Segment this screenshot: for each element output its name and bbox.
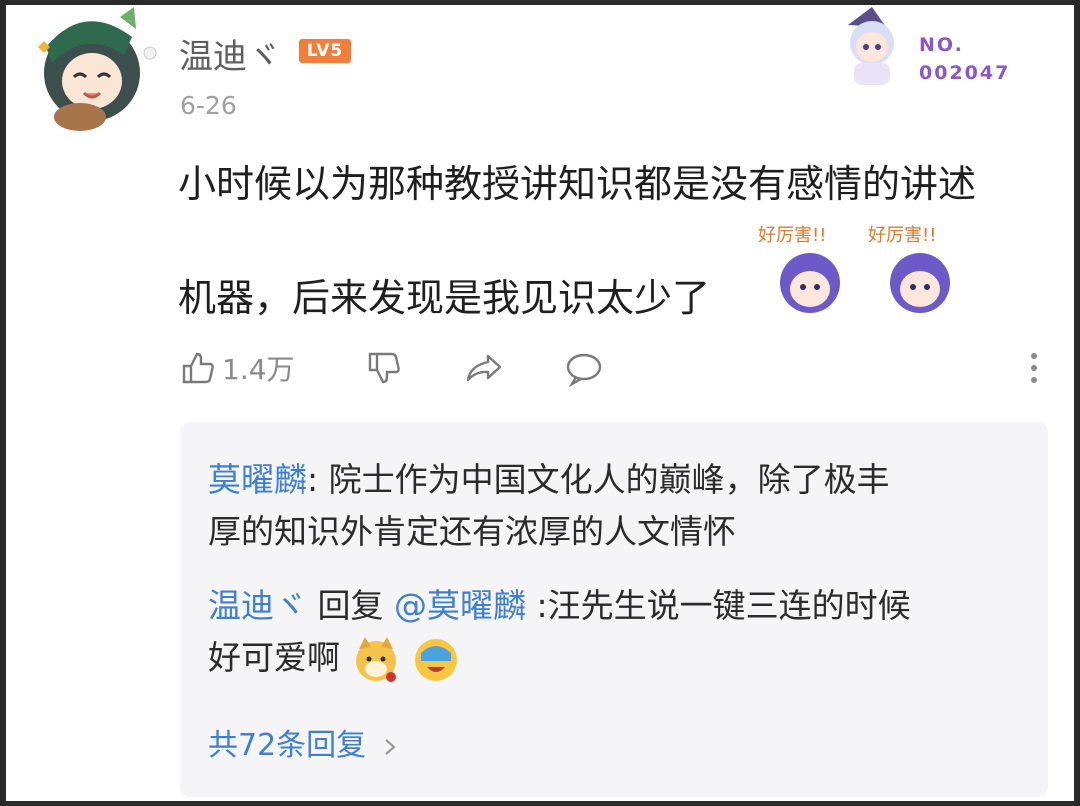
- reply-text: : 院士作为中国文化人的巅峰，除了极丰: [307, 460, 890, 499]
- sticker-text-2: 好厉害!!: [868, 225, 936, 246]
- doge-emoji-icon: [355, 636, 396, 682]
- like-count: 1.4万: [222, 353, 295, 386]
- comment-date: 6-26: [180, 91, 237, 120]
- comment-icon: [566, 353, 602, 388]
- action-bar: 1.4万: [178, 345, 1058, 391]
- share-button[interactable]: [464, 345, 504, 391]
- reply-author[interactable]: 温迪ヾ: [208, 586, 307, 625]
- chevron-right-icon: [385, 738, 396, 755]
- more-vertical-icon: [1031, 353, 1037, 383]
- reply-author[interactable]: 莫曜麟: [208, 460, 307, 499]
- dislike-button[interactable]: [364, 345, 404, 391]
- comment-button[interactable]: [564, 345, 604, 391]
- comment-card: 温迪ヾ LV5 6-26 NO. 002047 小时候以为那种教授讲知识都是没有…: [6, 5, 1074, 801]
- badge-no-label: NO.: [919, 34, 964, 56]
- fan-badge-number: NO. 002047: [919, 31, 1010, 87]
- user-avatar[interactable]: [24, 7, 174, 137]
- reply-text: :汪先生说一键三连的时候: [525, 586, 911, 625]
- username[interactable]: 温迪ヾ: [179, 29, 281, 78]
- view-all-replies-link[interactable]: 共72条回复: [208, 720, 400, 764]
- more-replies-label: 共72条回复: [208, 728, 367, 763]
- sticker-pair: 好厉害!! 好厉害!!: [758, 225, 950, 313]
- more-options-button[interactable]: [1014, 345, 1054, 391]
- facepalm-emoji-icon: [415, 638, 457, 681]
- badge-no-value: 002047: [919, 62, 1011, 84]
- reply-item: 莫曜麟: 院士作为中国文化人的巅峰，除了极丰 厚的知识外肯定还有浓厚的人文情怀: [208, 454, 1028, 558]
- fan-badge-figure: [848, 7, 894, 85]
- replies-panel[interactable]: 莫曜麟: 院士作为中国文化人的巅峰，除了极丰 厚的知识外肯定还有浓厚的人文情怀 …: [180, 422, 1048, 797]
- reply-text-cont: 好可爱啊: [208, 638, 340, 677]
- level-badge: LV5: [299, 39, 351, 63]
- reply-mention[interactable]: @莫曜麟: [394, 586, 526, 625]
- dislike-icon: [368, 352, 400, 384]
- like-button[interactable]: 1.4万: [178, 345, 295, 391]
- reply-text-cont: 厚的知识外肯定还有浓厚的人文情怀: [208, 512, 736, 551]
- comment-line-1: 小时候以为那种教授讲知识都是没有感情的讲述: [178, 162, 977, 206]
- share-icon: [466, 354, 502, 382]
- reply-word: 回复: [307, 586, 394, 625]
- reply-item: 温迪ヾ 回复 @莫曜麟 :汪先生说一键三连的时候 好可爱啊: [208, 580, 1028, 685]
- sticker-text-1: 好厉害!!: [758, 225, 826, 246]
- like-icon: [182, 352, 214, 384]
